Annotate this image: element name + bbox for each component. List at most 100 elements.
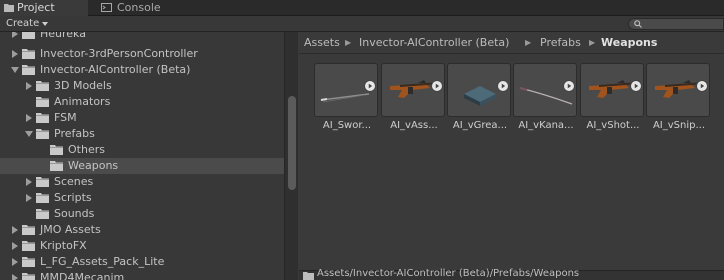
create-button[interactable]: Create (3, 17, 53, 31)
tree-item-label: 3D Models (54, 79, 112, 92)
expand-arrow-right-icon[interactable] (11, 242, 19, 250)
asset-tile[interactable]: AI_vAss... (381, 63, 445, 133)
expand-arrow-right-icon[interactable] (11, 32, 19, 38)
tree-item[interactable]: L_FG_Assets_Pack_Lite (0, 254, 284, 270)
console-icon (101, 3, 112, 12)
tree-item-label: L_FG_Assets_Pack_Lite (40, 255, 165, 268)
breadcrumb-item-weapons[interactable]: Weapons (601, 32, 657, 54)
tree-item[interactable]: Invector-3rdPersonController (0, 46, 284, 62)
tab-bar: Project Console (0, 0, 724, 16)
expand-arrow-right-icon[interactable] (11, 50, 19, 58)
breadcrumb-item-aicontroller[interactable]: Invector-AIController (Beta) (359, 32, 509, 54)
breadcrumb-item-prefabs[interactable]: Prefabs (540, 32, 581, 54)
expand-arrow-right-icon[interactable] (25, 178, 33, 186)
asset-tile[interactable]: AI_vShot... (580, 63, 644, 133)
tree-item[interactable]: FSM (0, 110, 284, 126)
asset-tile[interactable]: AI_vGrea... (447, 63, 511, 133)
expand-arrow-right-icon[interactable] (25, 194, 33, 202)
folder-icon (36, 113, 49, 123)
asset-name: AI_vShot... (586, 120, 640, 131)
expand-arrow-down-icon[interactable] (11, 66, 19, 74)
dropdown-arrow-icon (42, 22, 48, 26)
tree-scrollbar[interactable] (284, 32, 298, 280)
footer-path-bar: Assets/Invector-AIController (Beta)/Pref… (299, 268, 724, 280)
breadcrumb-separator-icon: ▶ (525, 38, 532, 47)
tree-item-label: Heureka (40, 32, 86, 40)
expand-arrow-right-icon[interactable] (11, 258, 19, 266)
scrollbar-thumb[interactable] (288, 96, 296, 190)
tree-item-label: Animators (54, 95, 111, 108)
tree-item[interactable]: JMO Assets (0, 222, 284, 238)
play-icon[interactable] (696, 80, 708, 92)
asset-browser: Assets ▶ Invector-AIController (Beta) ▶ … (299, 32, 724, 280)
tab-project[interactable]: Project (0, 0, 88, 16)
tree-item-label: JMO Assets (40, 223, 101, 236)
tree-item[interactable]: MMD4Mecanim (0, 270, 284, 280)
folder-icon (22, 257, 35, 267)
tree-item[interactable]: Prefabs (0, 126, 284, 142)
asset-name: AI_vAss... (390, 120, 438, 131)
expand-arrow-right-icon[interactable] (11, 274, 19, 280)
asset-tile[interactable]: AI_Swor... (314, 63, 378, 133)
folder-icon (22, 241, 35, 251)
folder-icon (22, 65, 35, 75)
tree-item[interactable]: Sounds (0, 206, 284, 222)
tree-item-label: MMD4Mecanim (40, 271, 125, 280)
tab-console-label: Console (117, 1, 161, 14)
tree-item-label: FSM (54, 111, 77, 124)
breadcrumb-separator-icon: ▶ (589, 38, 596, 47)
folder-icon (4, 4, 14, 12)
play-icon[interactable] (563, 80, 575, 92)
tree-item[interactable]: KriptoFX (0, 238, 284, 254)
play-icon[interactable] (364, 80, 376, 92)
tree-item[interactable]: Others (0, 142, 284, 158)
search-input[interactable] (628, 18, 724, 30)
expand-arrow-right-icon[interactable] (25, 114, 33, 122)
folder-icon (50, 145, 63, 155)
play-icon[interactable] (630, 80, 642, 92)
tree-item[interactable]: Scripts (0, 190, 284, 206)
asset-name: AI_vGrea... (452, 120, 508, 131)
tree-item-label: Scenes (54, 175, 94, 188)
asset-tile[interactable]: AI_vKana... (513, 63, 577, 133)
folder-icon (36, 129, 49, 139)
folder-icon (36, 209, 49, 219)
tree-item-label: Prefabs (54, 127, 95, 140)
create-label: Create (6, 18, 40, 29)
search-icon (634, 20, 642, 28)
folder-icon (22, 32, 35, 39)
breadcrumb-separator-icon: ▶ (345, 38, 352, 47)
tree-item-label: Sounds (54, 207, 95, 220)
play-icon[interactable] (497, 80, 509, 92)
play-icon[interactable] (431, 80, 443, 92)
asset-tile[interactable]: AI_vSnip... (646, 63, 710, 133)
asset-name: AI_vKana... (518, 120, 574, 131)
breadcrumb-item-assets[interactable]: Assets (304, 32, 340, 54)
footer-path: Assets/Invector-AIController (Beta)/Pref… (317, 268, 580, 279)
folder-icon (303, 272, 314, 280)
expand-arrow-right-icon[interactable] (25, 82, 33, 90)
folder-icon (22, 225, 35, 235)
tree-item[interactable]: Heureka (0, 32, 284, 42)
tree-item[interactable]: Animators (0, 94, 284, 110)
asset-name: AI_Swor... (322, 120, 372, 131)
tree-item[interactable]: Scenes (0, 174, 284, 190)
folder-icon (22, 49, 35, 59)
tree-item[interactable]: Weapons (0, 158, 284, 174)
toolbar: Create (0, 16, 724, 32)
tree-item[interactable]: 3D Models (0, 78, 284, 94)
tree-item[interactable]: Invector-AIController (Beta) (0, 62, 284, 78)
tree-item-label: Invector-3rdPersonController (40, 47, 198, 60)
tree-item-label: Others (68, 143, 105, 156)
tree-item-label: Scripts (54, 191, 92, 204)
expand-arrow-right-icon[interactable] (11, 226, 19, 234)
tab-project-label: Project (17, 1, 55, 14)
tab-console[interactable]: Console (97, 0, 187, 16)
asset-name: AI_vSnip... (652, 120, 706, 131)
expand-arrow-down-icon[interactable] (25, 130, 33, 138)
folder-icon (50, 161, 63, 171)
folder-icon (36, 97, 49, 107)
tree-item-label: KriptoFX (40, 239, 87, 252)
tree-item-label: Weapons (68, 159, 119, 172)
folder-icon (22, 273, 35, 280)
